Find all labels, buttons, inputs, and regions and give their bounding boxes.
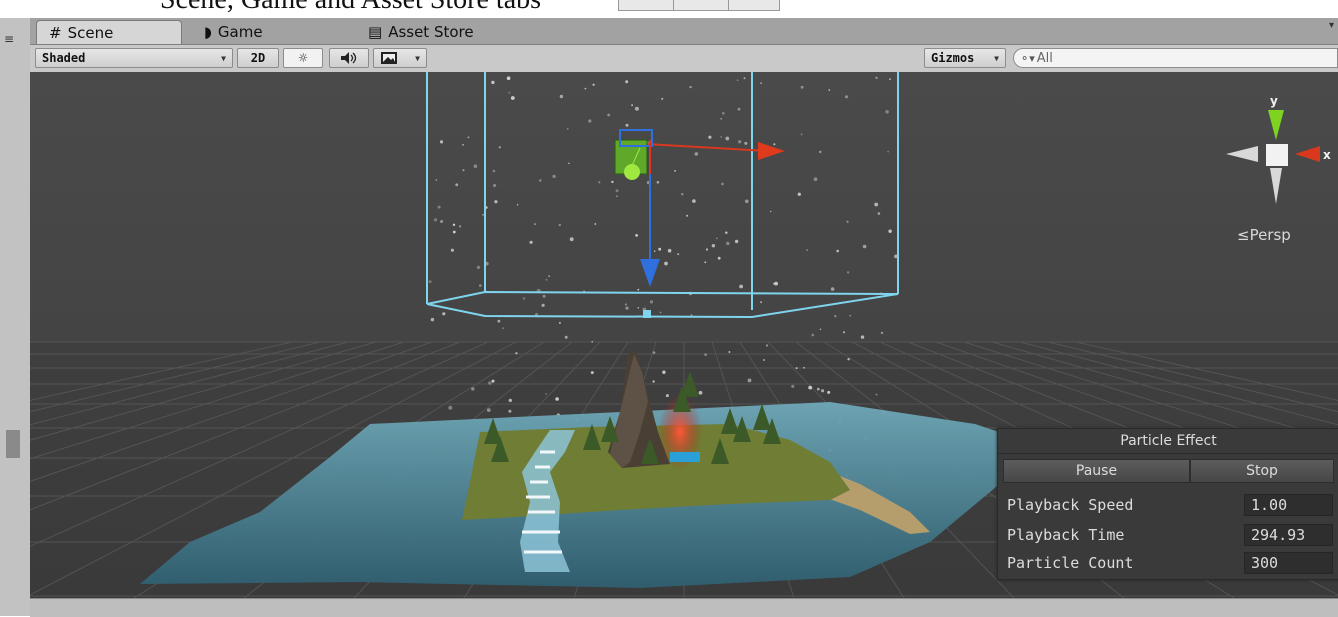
- playback-time-label: Playback Time: [1007, 526, 1125, 544]
- playback-speed-field[interactable]: 1.00: [1244, 494, 1333, 516]
- chevron-down-icon: ▼: [221, 53, 226, 63]
- tab-bar: # Scene ◗ Game ▤ Asset Store ▾: [30, 18, 1338, 45]
- game-pacman-icon: ◗: [204, 23, 212, 41]
- mode-2d-label: 2D: [250, 51, 266, 65]
- tab-asset-store-label: Asset Store: [388, 23, 474, 41]
- image-effects-icon: [381, 52, 397, 64]
- gizmo-y-label: y: [1270, 94, 1278, 108]
- top-strip: Scene, Game and Asset Store tabs: [0, 0, 1338, 18]
- particle-effect-panel: Particle Effect Pause Stop Playback Spee…: [997, 428, 1338, 580]
- draw-mode-label: Shaded: [42, 51, 86, 65]
- window-control-left: [618, 0, 675, 11]
- tab-asset-store[interactable]: ▤ Asset Store: [368, 20, 474, 44]
- tab-game[interactable]: ◗ Game: [204, 20, 263, 44]
- speaker-audio-icon: [341, 52, 357, 64]
- cut-off-page-text: Scene, Game and Asset Store tabs: [160, 0, 541, 16]
- search-icon: ⚬▾: [1020, 51, 1035, 65]
- lighting-toggle[interactable]: ☼: [283, 48, 323, 68]
- window-control-right: [728, 0, 780, 11]
- left-gutter: ≡: [0, 18, 31, 616]
- scroll-grip[interactable]: [6, 430, 20, 458]
- gizmos-label: Gizmos: [931, 51, 975, 65]
- panel-title: Particle Effect: [998, 429, 1338, 454]
- sun-lighting-icon: ☼: [298, 49, 308, 67]
- tab-options-icon[interactable]: ▾: [1329, 20, 1334, 31]
- scene-search-input[interactable]: ⚬▾ All: [1013, 48, 1338, 68]
- tab-scene[interactable]: # Scene: [36, 20, 182, 44]
- gizmos-dropdown[interactable]: Gizmos ▼: [924, 48, 1006, 68]
- search-placeholder: All: [1036, 50, 1053, 66]
- projection-toggle[interactable]: ≤Persp: [1237, 226, 1291, 244]
- particle-count-label: Particle Count: [1007, 554, 1134, 572]
- pause-label: Pause: [1075, 463, 1118, 479]
- scene-hash-icon: #: [49, 23, 62, 42]
- panel-menu-icon[interactable]: ≡: [4, 32, 14, 46]
- scene-toolbar: Shaded ▼ 2D ☼ ▼ Gizmos ▼ ⚬▾ All: [30, 45, 1338, 73]
- tab-game-label: Game: [217, 23, 263, 41]
- stop-label: Stop: [1246, 463, 1278, 479]
- effects-dropdown[interactable]: ▼: [373, 48, 427, 68]
- chevron-down-icon: ▼: [994, 53, 999, 63]
- particle-count-field: 300: [1244, 552, 1333, 574]
- stop-button[interactable]: Stop: [1190, 459, 1334, 483]
- audio-toggle[interactable]: [329, 48, 369, 68]
- playback-speed-label: Playback Speed: [1007, 496, 1134, 514]
- status-bar: [30, 598, 1338, 617]
- pause-button[interactable]: Pause: [1003, 459, 1190, 483]
- tab-scene-label: Scene: [67, 23, 114, 42]
- draw-mode-dropdown[interactable]: Shaded ▼: [35, 48, 233, 68]
- scene-viewport[interactable]: y x ≤Persp Particle Effect Pause Stop Pl…: [30, 72, 1338, 598]
- gizmo-x-label: x: [1323, 148, 1331, 162]
- window-control-mid: [673, 0, 730, 11]
- chevron-down-icon: ▼: [415, 53, 420, 63]
- asset-store-icon: ▤: [368, 23, 383, 41]
- mode-2d-toggle[interactable]: 2D: [237, 48, 279, 68]
- playback-time-field[interactable]: 294.93: [1244, 524, 1333, 546]
